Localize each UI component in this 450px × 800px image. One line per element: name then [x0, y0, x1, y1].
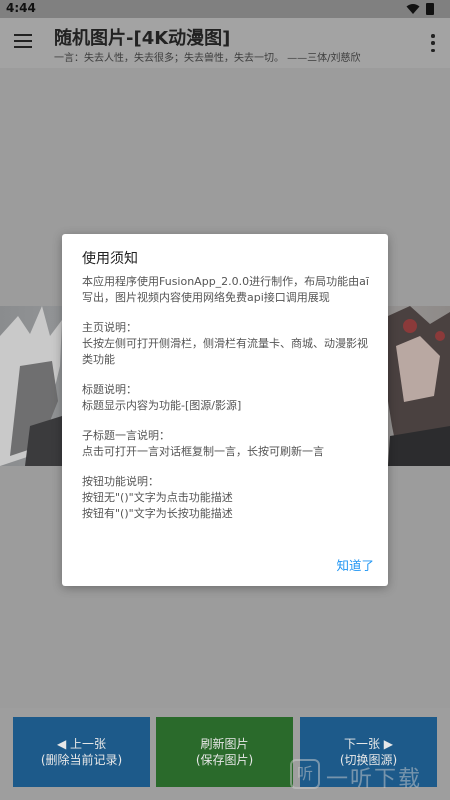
refresh-image-button[interactable]: 刷新图片 (保存图片) — [156, 717, 293, 787]
previous-button-longpress-label: (删除当前记录) — [40, 753, 123, 767]
status-time: 4:44 — [6, 1, 36, 15]
dialog-line: 点击可打开一言对话框复制一言，长按可刷新一言 — [82, 445, 324, 458]
hamburger-menu-icon[interactable] — [14, 34, 32, 48]
dialog-paragraph: 子标题一言说明： 点击可打开一言对话框复制一言，长按可刷新一言 — [82, 428, 372, 460]
dialog-line: 按钮无"()"文字为点击功能描述 — [82, 491, 233, 504]
dialog-line: 标题显示内容为功能-[图源/影源] — [82, 399, 242, 412]
dialog-line: 子标题一言说明： — [82, 429, 170, 442]
more-vertical-icon[interactable] — [426, 34, 440, 52]
page-title: 随机图片-[4K动漫图] — [54, 28, 231, 49]
dialog-line: 本应用程序使用FusionApp_2.0.0进行制作，布局功能由aī写出，图片视… — [82, 275, 369, 304]
app-bar: 随机图片-[4K动漫图] 一言：失去人性，失去很多；失去兽性，失去一切。 ——三… — [0, 18, 450, 68]
dialog-paragraph: 主页说明： 长按左侧可打开侧滑栏，侧滑栏有流量卡、商城、动漫影视类功能 — [82, 320, 372, 368]
dialog-paragraph: 标题说明： 标题显示内容为功能-[图源/影源] — [82, 382, 372, 414]
watermark-text: 一听下载 — [326, 767, 423, 792]
battery-icon — [426, 3, 434, 15]
dialog-ok-button[interactable]: 知道了 — [336, 555, 374, 574]
wifi-icon — [406, 4, 420, 14]
dialog-title: 使用须知 — [82, 251, 138, 267]
dialog-line: 长按左侧可打开侧滑栏，侧滑栏有流量卡、商城、动漫影视类功能 — [82, 337, 368, 366]
previous-button-label: ◀ 上一张 — [56, 737, 107, 751]
dialog-line: 按钮有"()"文字为长按功能描述 — [82, 507, 233, 520]
usage-notice-dialog: 使用须知 本应用程序使用FusionApp_2.0.0进行制作，布局功能由aī写… — [62, 234, 388, 586]
hitokoto-subtitle[interactable]: 一言：失去人性，失去很多；失去兽性，失去一切。 ——三体/刘慈欣 — [54, 49, 361, 64]
watermark-logo: 听 — [290, 759, 320, 789]
dialog-line: 按钮功能说明： — [82, 475, 159, 488]
status-bar: 4:44 — [0, 0, 450, 18]
watermark: 听 一听下载 — [290, 755, 440, 795]
dialog-paragraph: 本应用程序使用FusionApp_2.0.0进行制作，布局功能由aī写出，图片视… — [82, 274, 372, 306]
dialog-body: 本应用程序使用FusionApp_2.0.0进行制作，布局功能由aī写出，图片视… — [82, 274, 372, 536]
dialog-line: 标题说明： — [82, 383, 137, 396]
dialog-line: 主页说明： — [82, 321, 137, 334]
previous-image-button[interactable]: ◀ 上一张 (删除当前记录) — [13, 717, 150, 787]
dialog-paragraph: 按钮功能说明： 按钮无"()"文字为点击功能描述 按钮有"()"文字为长按功能描… — [82, 474, 372, 522]
next-button-label: 下一张 ▶ — [343, 737, 394, 751]
refresh-button-longpress-label: (保存图片) — [195, 753, 254, 767]
refresh-button-label: 刷新图片 — [200, 737, 249, 751]
